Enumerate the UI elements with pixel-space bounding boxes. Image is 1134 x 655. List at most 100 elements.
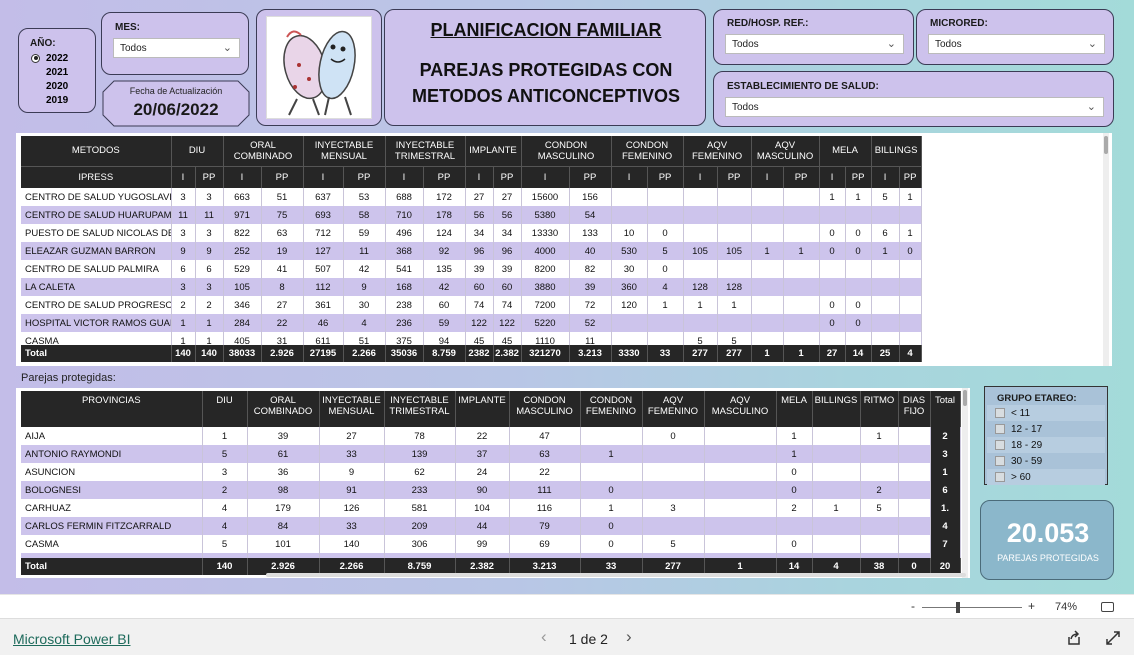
col-subheader[interactable]: I xyxy=(871,166,900,188)
col-subheader[interactable]: I xyxy=(521,166,570,188)
year-option[interactable]: 2022 xyxy=(31,51,68,65)
table-row[interactable]: CENTRO DE SALUD YUGOSLAVIA 3 3 663 51 637 53 68… xyxy=(21,188,922,206)
col-header[interactable]: PROVINCIAS xyxy=(21,391,203,427)
radio-icon[interactable] xyxy=(31,96,40,105)
col-subheader[interactable]: I xyxy=(171,166,196,188)
col-subheader[interactable]: PP xyxy=(569,166,612,188)
col-header-group[interactable]: BILLINGS xyxy=(871,136,922,167)
col-header[interactable]: DIAS FIJO xyxy=(898,391,931,427)
age-group-option[interactable]: 30 - 59 xyxy=(987,453,1105,469)
col-header[interactable]: DIU xyxy=(202,391,248,427)
zoom-out-button[interactable]: - xyxy=(911,599,915,613)
power-bi-link[interactable]: Microsoft Power BI xyxy=(13,631,130,647)
col-header-group[interactable]: IMPLANTE xyxy=(465,136,522,167)
next-page-button[interactable]: › xyxy=(626,627,632,647)
col-subheader[interactable]: I xyxy=(465,166,494,188)
col-header-group[interactable]: INYECTABLE MENSUAL xyxy=(303,136,386,167)
month-dropdown[interactable]: Todos ⌄ xyxy=(113,38,240,58)
col-header[interactable]: CONDON FEMENINO xyxy=(580,391,643,427)
table-row[interactable]: ANTONIO RAYMONDI 5 61 33 139 37 63 1 1 3 xyxy=(21,445,961,463)
checkbox-icon[interactable] xyxy=(995,472,1005,482)
col-header[interactable]: AQV FEMENINO xyxy=(642,391,705,427)
col-subheader[interactable]: I xyxy=(819,166,846,188)
col-header[interactable]: Total xyxy=(930,391,961,427)
col-header[interactable]: AQV MASCULINO xyxy=(704,391,777,427)
col-header[interactable]: CONDON MASCULINO xyxy=(509,391,581,427)
table-row[interactable]: LA CALETA 3 3 105 8 112 9 168 42 60 60 3880 39 360 4 12… xyxy=(21,278,922,296)
red-dropdown[interactable]: Todos ⌄ xyxy=(725,34,904,54)
col-header[interactable]: IMPLANTE xyxy=(455,391,510,427)
col-subheader[interactable]: PP xyxy=(783,166,820,188)
col-subheader[interactable]: I xyxy=(751,166,784,188)
col-subheader[interactable]: PP xyxy=(261,166,304,188)
microred-dropdown[interactable]: Todos ⌄ xyxy=(928,34,1105,54)
col-header-group[interactable]: DIU xyxy=(171,136,224,167)
table-row[interactable]: ELEAZAR GUZMAN BARRON 9 9 252 19 127 11 368 92 96… xyxy=(21,242,922,260)
col-header-metodos[interactable]: METODOS xyxy=(21,136,172,167)
table-row[interactable]: CARLOS FERMIN FITZCARRALD 4 84 33 209 44 79 0 4 xyxy=(21,517,961,535)
table-row[interactable]: AIJA 1 39 27 78 22 47 0 1 1 2 xyxy=(21,427,961,445)
col-header-group[interactable]: AQV MASCULINO xyxy=(751,136,820,167)
year-option[interactable]: 2021 xyxy=(31,65,68,79)
checkbox-icon[interactable] xyxy=(995,408,1005,418)
col-header[interactable]: RITMO xyxy=(860,391,899,427)
zoom-slider[interactable] xyxy=(922,602,1022,613)
zoom-in-button[interactable]: + xyxy=(1028,599,1035,613)
col-subheader[interactable]: PP xyxy=(899,166,922,188)
col-header-group[interactable]: MELA xyxy=(819,136,872,167)
col-header[interactable]: BILLINGS xyxy=(812,391,861,427)
checkbox-icon[interactable] xyxy=(995,424,1005,434)
establecimiento-dropdown[interactable]: Todos ⌄ xyxy=(725,97,1104,117)
provincias-hscrollbar[interactable] xyxy=(266,573,966,577)
table-row[interactable]: CENTRO DE SALUD HUARUPAMPA 11 11 971 75 693 58… xyxy=(21,206,922,224)
fit-to-page-icon[interactable] xyxy=(1101,602,1114,612)
table-row[interactable]: CARHUAZ 4 179 126 581 104 116 1 3 2 1 5 1. xyxy=(21,499,961,517)
col-subheader[interactable]: PP xyxy=(195,166,224,188)
col-header-group[interactable]: ORAL COMBINADO xyxy=(223,136,304,167)
col-header[interactable]: INYECTABLE TRIMESTRAL xyxy=(384,391,456,427)
col-subheader[interactable]: PP xyxy=(343,166,386,188)
checkbox-icon[interactable] xyxy=(995,440,1005,450)
share-icon[interactable] xyxy=(1066,630,1082,646)
table-row[interactable]: CASMA 5 101 140 306 99 69 0 5 0 7 xyxy=(21,535,961,553)
age-group-option[interactable]: < 11 xyxy=(987,405,1105,421)
age-group-option[interactable]: 12 - 17 xyxy=(987,421,1105,437)
fullscreen-icon[interactable] xyxy=(1105,630,1121,646)
table-row[interactable]: CENTRO DE SALUD PROGRESO 2 2 346 27 361 30 238 6… xyxy=(21,296,922,314)
col-header-group[interactable]: CONDON MASCULINO xyxy=(521,136,612,167)
table-row[interactable]: HOSPITAL VICTOR RAMOS GUARDIA - HUARAZ11… xyxy=(21,314,922,332)
col-subheader[interactable]: PP xyxy=(717,166,752,188)
col-subheader[interactable]: I xyxy=(223,166,262,188)
zoom-slider-thumb[interactable] xyxy=(956,602,960,613)
table-row[interactable]: ASUNCION 3 36 9 62 24 22 0 1 xyxy=(21,463,961,481)
col-subheader[interactable]: PP xyxy=(647,166,684,188)
col-header-group[interactable]: CONDON FEMENINO xyxy=(611,136,684,167)
col-subheader[interactable]: I xyxy=(683,166,718,188)
col-subheader[interactable]: PP xyxy=(423,166,466,188)
col-header[interactable]: INYECTABLE MENSUAL xyxy=(319,391,385,427)
col-subheader[interactable]: PP xyxy=(493,166,522,188)
table-row[interactable]: CENTRO DE SALUD PALMIRA 6 6 529 41 507 42 541 13… xyxy=(21,260,922,278)
col-header[interactable]: MELA xyxy=(776,391,813,427)
year-option[interactable]: 2020 xyxy=(31,79,68,93)
ipress-table-scrollbar[interactable] xyxy=(1103,133,1109,366)
col-subheader[interactable]: I xyxy=(303,166,344,188)
col-header-ipress[interactable]: IPRESS xyxy=(21,166,172,188)
col-subheader[interactable]: I xyxy=(611,166,648,188)
col-header[interactable]: ORAL COMBINADO xyxy=(247,391,320,427)
radio-icon[interactable] xyxy=(31,82,40,91)
table-row[interactable]: PUESTO DE SALUD NICOLAS DE GARATEA338226… xyxy=(21,224,922,242)
radio-icon[interactable] xyxy=(31,68,40,77)
prev-page-button[interactable]: ‹ xyxy=(541,627,547,647)
checkbox-icon[interactable] xyxy=(995,456,1005,466)
year-option[interactable]: 2019 xyxy=(31,93,68,107)
age-group-option[interactable]: > 60 xyxy=(987,469,1105,485)
col-subheader[interactable]: I xyxy=(385,166,424,188)
radio-icon[interactable] xyxy=(31,53,40,63)
age-group-option[interactable]: 18 - 29 xyxy=(987,437,1105,453)
provincias-table-scrollbar[interactable] xyxy=(962,388,968,578)
col-header-group[interactable]: INYECTABLE TRIMESTRAL xyxy=(385,136,466,167)
col-subheader[interactable]: PP xyxy=(845,166,872,188)
table-row[interactable]: BOLOGNESI 2 98 91 233 90 111 0 0 2 6 xyxy=(21,481,961,499)
col-header-group[interactable]: AQV FEMENINO xyxy=(683,136,752,167)
